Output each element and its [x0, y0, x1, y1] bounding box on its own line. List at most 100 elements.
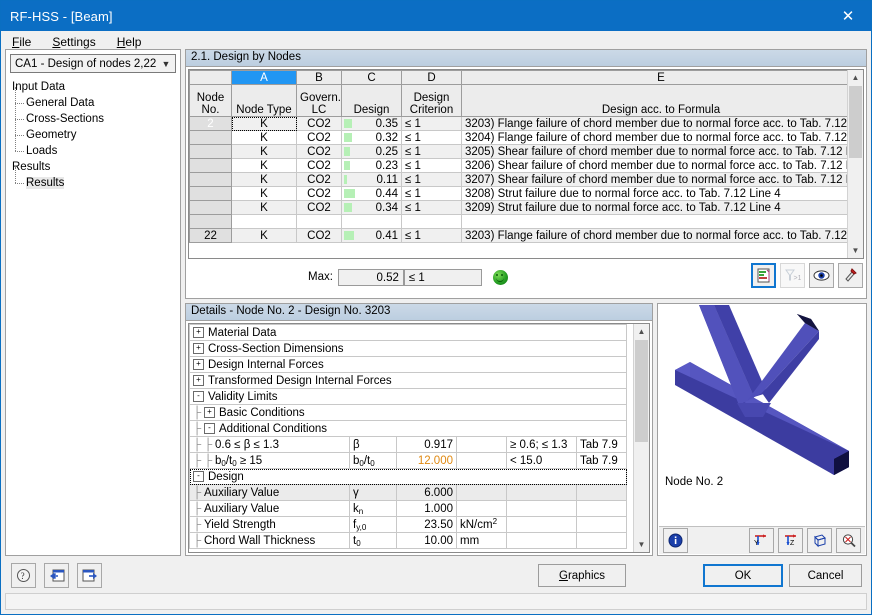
- details-group-label[interactable]: + Design Internal Forces: [189, 356, 628, 373]
- tree-item-general-data[interactable]: General Data: [12, 87, 180, 111]
- cell-govern-lc[interactable]: CO2: [296, 130, 342, 145]
- cell-formula[interactable]: [461, 214, 861, 229]
- tree-item-geometry[interactable]: Geometry: [12, 119, 180, 143]
- cell-node-type[interactable]: K: [231, 200, 297, 215]
- cell-design-criterion[interactable]: ≤ 1: [401, 144, 462, 159]
- cell-node-type[interactable]: K: [231, 186, 297, 201]
- zoom-all-icon[interactable]: [836, 528, 861, 553]
- cell-node-type[interactable]: K: [231, 158, 297, 173]
- scroll-thumb[interactable]: [635, 340, 648, 442]
- expander-icon[interactable]: +: [193, 358, 204, 370]
- cell-design-criterion[interactable]: ≤ 1: [401, 172, 462, 187]
- tree-item-input-data[interactable]: Input Data: [12, 79, 180, 95]
- cell-design[interactable]: [341, 214, 402, 229]
- scroll-down-icon[interactable]: ▼: [848, 243, 863, 258]
- cell-design[interactable]: 0.11: [341, 172, 402, 187]
- row-header[interactable]: 22: [189, 228, 232, 243]
- node-3d-view[interactable]: Node No. 2: [659, 305, 865, 491]
- scroll-up-icon[interactable]: ▲: [634, 324, 649, 339]
- expander-icon[interactable]: -: [204, 422, 215, 434]
- column-letter-e[interactable]: E: [461, 70, 861, 85]
- cell-formula[interactable]: 3203) Flange failure of chord member due…: [461, 228, 861, 243]
- row-header[interactable]: [189, 214, 232, 229]
- cell-design-criterion[interactable]: ≤ 1: [401, 158, 462, 173]
- cell-govern-lc[interactable]: CO2: [296, 116, 342, 131]
- row-header[interactable]: [189, 158, 232, 173]
- column-letter-b[interactable]: B: [296, 70, 342, 85]
- details-group-label[interactable]: + Material Data: [189, 324, 628, 341]
- cell-formula[interactable]: 3207) Shear failure of chord member due …: [461, 172, 861, 187]
- cell-design[interactable]: 0.32: [341, 130, 402, 145]
- cell-govern-lc[interactable]: CO2: [296, 200, 342, 215]
- column-letter-c[interactable]: C: [341, 70, 402, 85]
- isometric-view-icon[interactable]: [807, 528, 832, 553]
- close-icon[interactable]: ✕: [825, 1, 871, 31]
- cell-design[interactable]: 0.35: [341, 116, 402, 131]
- menu-help[interactable]: Help: [115, 34, 144, 50]
- details-group-label[interactable]: - Validity Limits: [189, 388, 628, 405]
- details-group-row[interactable]: + Transformed Design Internal Forces: [189, 372, 628, 389]
- menu-file[interactable]: File: [10, 34, 33, 50]
- cell-design-criterion[interactable]: ≤ 1: [401, 130, 462, 145]
- table-row[interactable]: 2 K CO2 0.35 ≤ 1 3203) Flange failure of chor…: [189, 116, 861, 131]
- cell-design[interactable]: 0.25: [341, 144, 402, 159]
- cell-formula[interactable]: 3205) Shear failure of chord member due …: [461, 144, 861, 159]
- result-diagram-icon[interactable]: [751, 263, 776, 288]
- details-vertical-scrollbar[interactable]: ▲ ▼: [633, 324, 649, 552]
- filter-greater-than-one-icon[interactable]: >1: [780, 263, 805, 288]
- expander-icon[interactable]: -: [193, 470, 204, 482]
- column-letter-d[interactable]: D: [401, 70, 462, 85]
- tree-item-cross-sections[interactable]: Cross-Sections: [12, 103, 180, 127]
- details-group-label[interactable]: ├ + Basic Conditions: [189, 404, 628, 421]
- cell-design[interactable]: 0.34: [341, 200, 402, 215]
- details-group-row[interactable]: - Validity Limits: [189, 388, 628, 405]
- row-header[interactable]: [189, 144, 232, 159]
- menu-settings[interactable]: Settings: [50, 34, 97, 50]
- design-case-dropdown[interactable]: CA1 - Design of nodes 2,22 ▼: [10, 54, 176, 73]
- info-icon[interactable]: [663, 528, 688, 553]
- table-row[interactable]: K CO2 0.11 ≤ 1 3207) Shear failure of chord …: [189, 172, 861, 187]
- visibility-eye-icon[interactable]: [809, 263, 834, 288]
- tree-item-loads[interactable]: Loads: [12, 135, 180, 159]
- expander-icon[interactable]: +: [193, 326, 204, 338]
- cell-formula[interactable]: 3203) Flange failure of chord member due…: [461, 116, 861, 131]
- cell-govern-lc[interactable]: CO2: [296, 144, 342, 159]
- scroll-down-icon[interactable]: ▼: [634, 537, 649, 552]
- row-header[interactable]: [189, 200, 232, 215]
- row-header[interactable]: [189, 172, 232, 187]
- expander-icon[interactable]: +: [193, 374, 204, 386]
- next-page-icon[interactable]: [77, 563, 102, 588]
- graphics-button[interactable]: Graphics: [538, 564, 626, 587]
- results-vertical-scrollbar[interactable]: ▲ ▼: [847, 70, 863, 258]
- cell-node-type[interactable]: K: [231, 116, 297, 131]
- previous-page-icon[interactable]: [44, 563, 69, 588]
- cell-design[interactable]: 0.23: [341, 158, 402, 173]
- scroll-thumb[interactable]: [849, 86, 862, 158]
- cancel-button[interactable]: Cancel: [789, 564, 862, 587]
- details-group-label[interactable]: ├ - Additional Conditions: [189, 420, 628, 437]
- details-group-row[interactable]: ├ - Additional Conditions: [189, 420, 628, 437]
- view-in-y-icon[interactable]: Y: [749, 528, 774, 553]
- tree-item-results-group[interactable]: Results: [12, 159, 180, 175]
- cell-formula[interactable]: 3209) Strut failure due to normal force …: [461, 200, 861, 215]
- details-data-row[interactable]: ├ Auxiliary Value γ 6.000: [189, 484, 628, 501]
- details-group-label[interactable]: + Transformed Design Internal Forces: [189, 372, 628, 389]
- cell-govern-lc[interactable]: CO2: [296, 186, 342, 201]
- cell-formula[interactable]: 3208) Strut failure due to normal force …: [461, 186, 861, 201]
- cell-node-type[interactable]: K: [231, 172, 297, 187]
- table-row[interactable]: 22 K CO2 0.41 ≤ 1 3203) Flange failure of cho…: [189, 228, 861, 243]
- cell-design-criterion[interactable]: ≤ 1: [401, 116, 462, 131]
- details-data-row[interactable]: ├ Yield Strength fy,0 23.50 kN/cm2: [189, 516, 628, 533]
- tree-item-results[interactable]: Results: [12, 167, 180, 191]
- details-group-row[interactable]: + Design Internal Forces: [189, 356, 628, 373]
- cell-formula[interactable]: 3204) Flange failure of chord member due…: [461, 130, 861, 145]
- table-row[interactable]: K CO2 0.44 ≤ 1 3208) Strut failure due to no…: [189, 186, 861, 201]
- details-group-row[interactable]: + Material Data: [189, 324, 628, 341]
- cell-design-criterion[interactable]: ≤ 1: [401, 200, 462, 215]
- cell-node-type[interactable]: [231, 214, 297, 229]
- details-data-row[interactable]: ├ Chord Wall Thickness t0 10.00 mm: [189, 532, 628, 549]
- table-row[interactable]: K CO2 0.32 ≤ 1 3204) Flange failure of chord…: [189, 130, 861, 145]
- help-icon[interactable]: ?: [11, 563, 36, 588]
- expander-icon[interactable]: -: [193, 390, 204, 402]
- cell-node-type[interactable]: K: [231, 144, 297, 159]
